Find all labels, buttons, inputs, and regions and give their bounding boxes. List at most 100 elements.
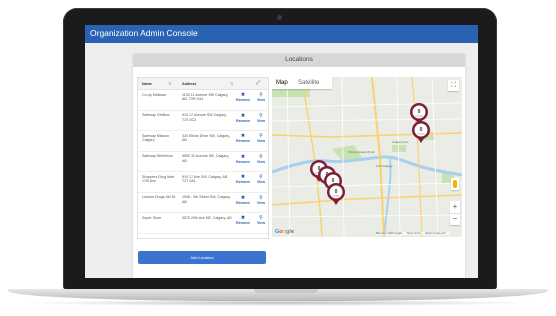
- page-title: Locations: [285, 56, 313, 63]
- app-title: Organization Admin Console: [90, 28, 198, 38]
- google-logo-letter: e: [290, 229, 294, 235]
- map-data-credit: Map data ©2020 Google: [376, 232, 403, 235]
- table-row: Safeway GetBow 815 17 Avenue SW Calgary, …: [138, 111, 269, 131]
- cell-address: 819 17 Ave SW, Calgary, AB T2T 0A1: [182, 174, 228, 184]
- river: [272, 155, 462, 177]
- remove-button[interactable]: ✖ Remove: [235, 174, 251, 185]
- view-button[interactable]: ⚲ View: [253, 133, 269, 144]
- remove-button[interactable]: ✖ Remove: [235, 195, 251, 206]
- remove-button[interactable]: ✖ Remove: [235, 92, 251, 103]
- map-marker[interactable]: 0Location: [327, 183, 345, 205]
- locations-card: Locations Name ⇅ Address ⇅ ⤢ Co-op Midto…: [133, 54, 465, 278]
- highway: [272, 194, 462, 206]
- view-button[interactable]: ⚲ View: [253, 174, 269, 185]
- map-tab-map[interactable]: Map: [276, 80, 288, 86]
- map-panel[interactable]: Nose Hill ParkPrince's Island ParkCalgar…: [272, 77, 462, 237]
- view-button[interactable]: ⚲ View: [253, 154, 269, 165]
- map-place-label: Fort Calgary: [376, 164, 393, 168]
- cell-address: 1130 11 Avenue SW Calgary, AB, T2R 0G4: [182, 92, 229, 102]
- map-tab-satellite[interactable]: Satellite: [298, 80, 319, 86]
- view-label: View: [256, 159, 266, 164]
- report-error-link[interactable]: Report a map error: [425, 232, 445, 235]
- remove-label: Remove: [236, 180, 250, 184]
- cell-address: 1946 - 5th Street SW, Calgary, AB: [182, 195, 231, 204]
- sort-icon[interactable]: ⇅: [168, 81, 171, 86]
- zoom-out-button[interactable]: −: [450, 213, 460, 225]
- laptop-shadow: [18, 300, 538, 306]
- map-type-control: Map Satellite: [272, 77, 332, 89]
- table-row: Shoppers Drug Mart 17th Ave 819 17 Ave SW…: [138, 172, 268, 193]
- expand-icon[interactable]: ⤢: [256, 80, 260, 86]
- remove-label: Remove: [236, 200, 250, 205]
- marker-count: 0: [418, 109, 421, 115]
- remove-label: Remove: [236, 159, 250, 164]
- cell-name: London Drugs 4th St.: [142, 195, 176, 199]
- minor-roads: [272, 77, 462, 237]
- marker-caption: Location: [415, 115, 423, 118]
- view-button[interactable]: ⚲ View: [253, 195, 269, 206]
- highway: [301, 77, 323, 237]
- remove-button[interactable]: ✖ Remove: [235, 215, 251, 226]
- remove-label: Remove: [236, 221, 250, 225]
- remove-button[interactable]: ✖ Remove: [235, 133, 251, 144]
- view-label: View: [256, 118, 266, 123]
- marker-count: 0: [332, 178, 335, 184]
- cell-name: Co-op Midtown: [142, 92, 167, 97]
- view-label: View: [256, 139, 266, 143]
- view-label: View: [256, 180, 266, 184]
- camera: [277, 15, 282, 20]
- table-row: Super Store 3575 20th Ave NE, Calgary, AB…: [138, 213, 268, 234]
- cell-address: 5550 32 Avenue NE, Calgary, AB: [182, 154, 230, 163]
- table-row: London Drugs 4th St. 1946 - 5th Street SW…: [138, 193, 269, 213]
- marker-count: 0: [335, 189, 338, 195]
- add-location-button[interactable]: Add Location: [138, 251, 266, 264]
- remove-button[interactable]: ✖ Remove: [235, 154, 251, 165]
- remove-label: Remove: [236, 139, 250, 143]
- view-button[interactable]: ⚲ View: [253, 215, 269, 226]
- card-title-bar: Locations: [133, 54, 465, 67]
- table-row: Safeway Mission Calgary 320 Elbow Drive S…: [138, 131, 268, 152]
- cell-address: 320 Elbow Drive SW, Calgary, AB: [182, 133, 230, 143]
- fullscreen-icon[interactable]: ⛶: [448, 80, 459, 91]
- view-label: View: [256, 200, 266, 205]
- cell-address: 3575 20th Ave NE, Calgary, AB: [182, 215, 232, 220]
- map-place-label: Calgary Zoo: [392, 140, 409, 144]
- highway: [411, 77, 423, 237]
- marker-count: 0: [420, 127, 423, 133]
- view-button[interactable]: ⚲ View: [253, 113, 269, 124]
- park-area: [392, 145, 406, 152]
- laptop-notch: [254, 289, 318, 293]
- pegman-figure: [453, 180, 457, 188]
- google-logo: Google: [275, 229, 294, 235]
- zoom-control: + −: [450, 201, 460, 225]
- app-header: Organization Admin Console: [85, 25, 478, 43]
- view-label: View: [256, 98, 266, 102]
- map-place-label: Prince's Island Park: [348, 150, 375, 154]
- marker-caption: Location: [332, 195, 340, 198]
- view-button[interactable]: ⚲ View: [253, 92, 269, 103]
- sort-icon[interactable]: ⇅: [230, 81, 233, 86]
- cell-address: 815 17 Avenue SW Calgary, T2S 0C3: [182, 113, 227, 122]
- locations-table: Name ⇅ Address ⇅ ⤢ Co-op Midtown 1130 11 …: [137, 77, 269, 239]
- cell-name: Safeway GetBow: [142, 113, 170, 117]
- table-row: Co-op Midtown 1130 11 Avenue SW Calgary, …: [138, 90, 268, 111]
- pegman-icon[interactable]: [451, 178, 459, 190]
- cell-name: Safeway Whitehorn: [142, 154, 174, 158]
- cell-name: Super Store: [142, 215, 162, 220]
- remove-label: Remove: [236, 118, 250, 123]
- table-body: Co-op Midtown 1130 11 Avenue SW Calgary, …: [138, 90, 268, 234]
- table-header: Name ⇅ Address ⇅ ⤢: [138, 78, 268, 90]
- terms-link[interactable]: Terms of Use: [407, 232, 421, 235]
- cell-name: Safeway Mission Calgary: [142, 133, 169, 143]
- table-row: Safeway Whitehorn 5550 32 Avenue NE, Calg…: [138, 152, 269, 172]
- cell-name: Shoppers Drug Mart 17th Ave: [142, 174, 175, 184]
- remove-button[interactable]: ✖ Remove: [235, 113, 251, 124]
- laptop-screen: Organization Admin Console Locations Nam…: [85, 25, 478, 278]
- column-header-name[interactable]: Name: [142, 82, 152, 86]
- marker-caption: Location: [417, 133, 425, 136]
- map-canvas[interactable]: Nose Hill ParkPrince's Island ParkCalgar…: [272, 77, 462, 237]
- view-label: View: [256, 221, 266, 225]
- map-attribution: Map data ©2020 Google Terms of Use Repor…: [376, 232, 450, 235]
- remove-label: Remove: [236, 98, 250, 102]
- column-header-address[interactable]: Address: [182, 82, 196, 86]
